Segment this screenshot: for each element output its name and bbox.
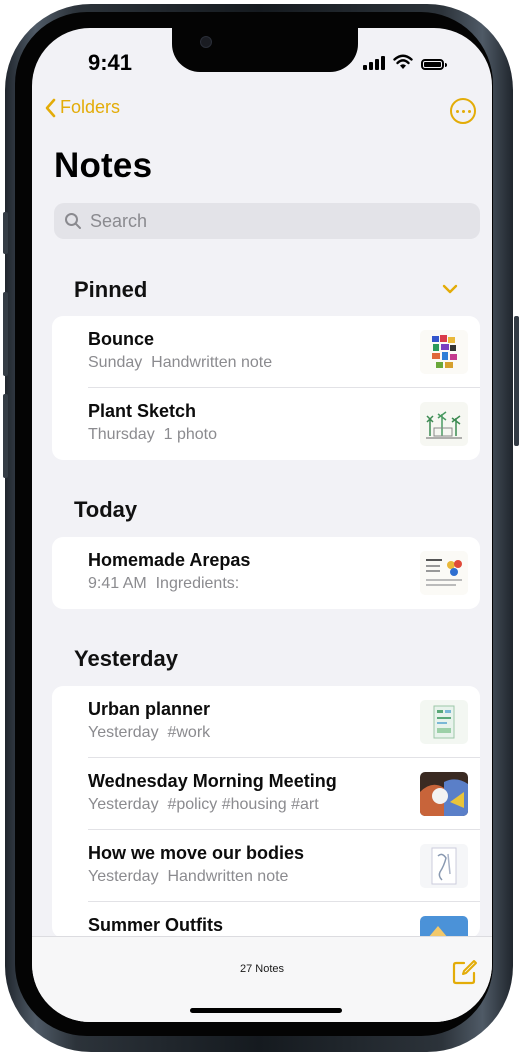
screen: 9:41 Folders Notes Pinned bbox=[32, 28, 492, 1022]
note-title: Wednesday Morning Meeting bbox=[88, 771, 337, 791]
notch bbox=[172, 28, 358, 72]
note-title: Homemade Arepas bbox=[88, 550, 251, 570]
back-button-folders[interactable]: Folders bbox=[44, 97, 120, 118]
note-preview: 1 photo bbox=[163, 426, 217, 443]
note-date: 9:41 AM bbox=[88, 575, 147, 592]
note-thumbnail-summer-outfits bbox=[420, 916, 468, 938]
note-subtitle: Yesterday #work bbox=[88, 724, 210, 742]
note-date: Yesterday bbox=[88, 796, 159, 813]
section-header-today: Today bbox=[74, 497, 138, 522]
note-title: How we move our bodies bbox=[88, 843, 305, 863]
note-date: Yesterday bbox=[88, 724, 159, 741]
side-button-volume-down bbox=[3, 394, 8, 478]
camera-icon bbox=[200, 36, 212, 48]
note-title: Bounce bbox=[88, 329, 155, 349]
notes-count: 27 Notes bbox=[239, 963, 285, 975]
chevron-left-icon bbox=[45, 98, 56, 117]
note-preview: #policy #housing #art bbox=[167, 796, 319, 813]
note-subtitle: Sunday Handwritten note bbox=[88, 354, 272, 372]
note-title: Summer Outfits bbox=[88, 915, 224, 935]
note-title: Urban planner bbox=[88, 699, 211, 719]
section-header-yesterday: Yesterday bbox=[74, 646, 178, 671]
side-button-silent bbox=[3, 212, 8, 254]
status-time: 9:41 bbox=[88, 50, 133, 75]
back-label: Folders bbox=[60, 97, 121, 117]
note-date: Sunday bbox=[88, 354, 143, 371]
note-subtitle: Yesterday Handwritten note bbox=[88, 868, 288, 886]
note-thumbnail-wednesday-morning-meeting bbox=[420, 772, 468, 816]
note-thumbnail-how-we-move-our-bodies bbox=[420, 844, 468, 888]
yesterday-notes-list: Urban planner Yesterday #work Wednesday … bbox=[52, 686, 480, 938]
note-subtitle: Yesterday #policy #housing #art bbox=[88, 796, 319, 814]
note-row-homemade-arepas[interactable]: Homemade Arepas 9:41 AM Ingredients: bbox=[52, 537, 480, 609]
battery-icon bbox=[421, 59, 447, 70]
note-thumbnail-urban-planner bbox=[420, 700, 468, 744]
status-icons bbox=[363, 54, 447, 70]
note-row-plant-sketch[interactable]: Plant Sketch Thursday 1 photo bbox=[52, 388, 480, 460]
side-button-volume-up bbox=[3, 292, 8, 376]
note-row-bounce[interactable]: Bounce Sunday Handwritten note bbox=[52, 316, 480, 388]
cellular-signal-icon bbox=[363, 54, 385, 70]
note-row-wednesday-morning-meeting[interactable]: Wednesday Morning Meeting Yesterday #pol… bbox=[52, 758, 480, 830]
search-input[interactable] bbox=[88, 209, 452, 233]
note-date: Yesterday bbox=[88, 868, 159, 885]
note-thumbnail-bounce bbox=[420, 330, 468, 374]
section-header-pinned: Pinned bbox=[74, 277, 148, 302]
note-subtitle: Thursday 1 photo bbox=[88, 426, 217, 444]
note-preview: Ingredients: bbox=[155, 575, 240, 592]
chevron-down-icon[interactable] bbox=[442, 283, 458, 295]
note-row-summer-outfits[interactable]: Summer Outfits bbox=[52, 902, 480, 938]
search-bar[interactable] bbox=[54, 203, 480, 239]
home-indicator bbox=[190, 1008, 342, 1013]
compose-icon[interactable] bbox=[452, 959, 478, 985]
ellipsis-circle-icon bbox=[455, 109, 459, 113]
note-date: Thursday bbox=[88, 426, 155, 443]
search-icon bbox=[65, 213, 81, 229]
note-preview: Handwritten note bbox=[151, 354, 273, 371]
note-row-how-we-move-our-bodies[interactable]: How we move our bodies Yesterday Handwri… bbox=[52, 830, 480, 902]
wifi-icon bbox=[393, 54, 413, 69]
note-title: Plant Sketch bbox=[88, 401, 197, 421]
more-options-button[interactable] bbox=[450, 98, 476, 124]
today-notes-list: Homemade Arepas 9:41 AM Ingredients: bbox=[52, 537, 480, 609]
note-preview: Handwritten note bbox=[167, 868, 289, 885]
note-subtitle: 9:41 AM Ingredients: bbox=[88, 575, 239, 593]
note-thumbnail-homemade-arepas bbox=[420, 551, 468, 595]
note-row-urban-planner[interactable]: Urban planner Yesterday #work bbox=[52, 686, 480, 758]
side-button-power bbox=[514, 316, 519, 446]
note-preview: #work bbox=[167, 724, 211, 741]
page-title: Notes bbox=[54, 146, 153, 185]
bottom-toolbar: 27 Notes bbox=[32, 936, 492, 1022]
pinned-notes-list: Bounce Sunday Handwritten note Plant Ske… bbox=[52, 316, 480, 460]
note-thumbnail-plant-sketch bbox=[420, 402, 468, 446]
